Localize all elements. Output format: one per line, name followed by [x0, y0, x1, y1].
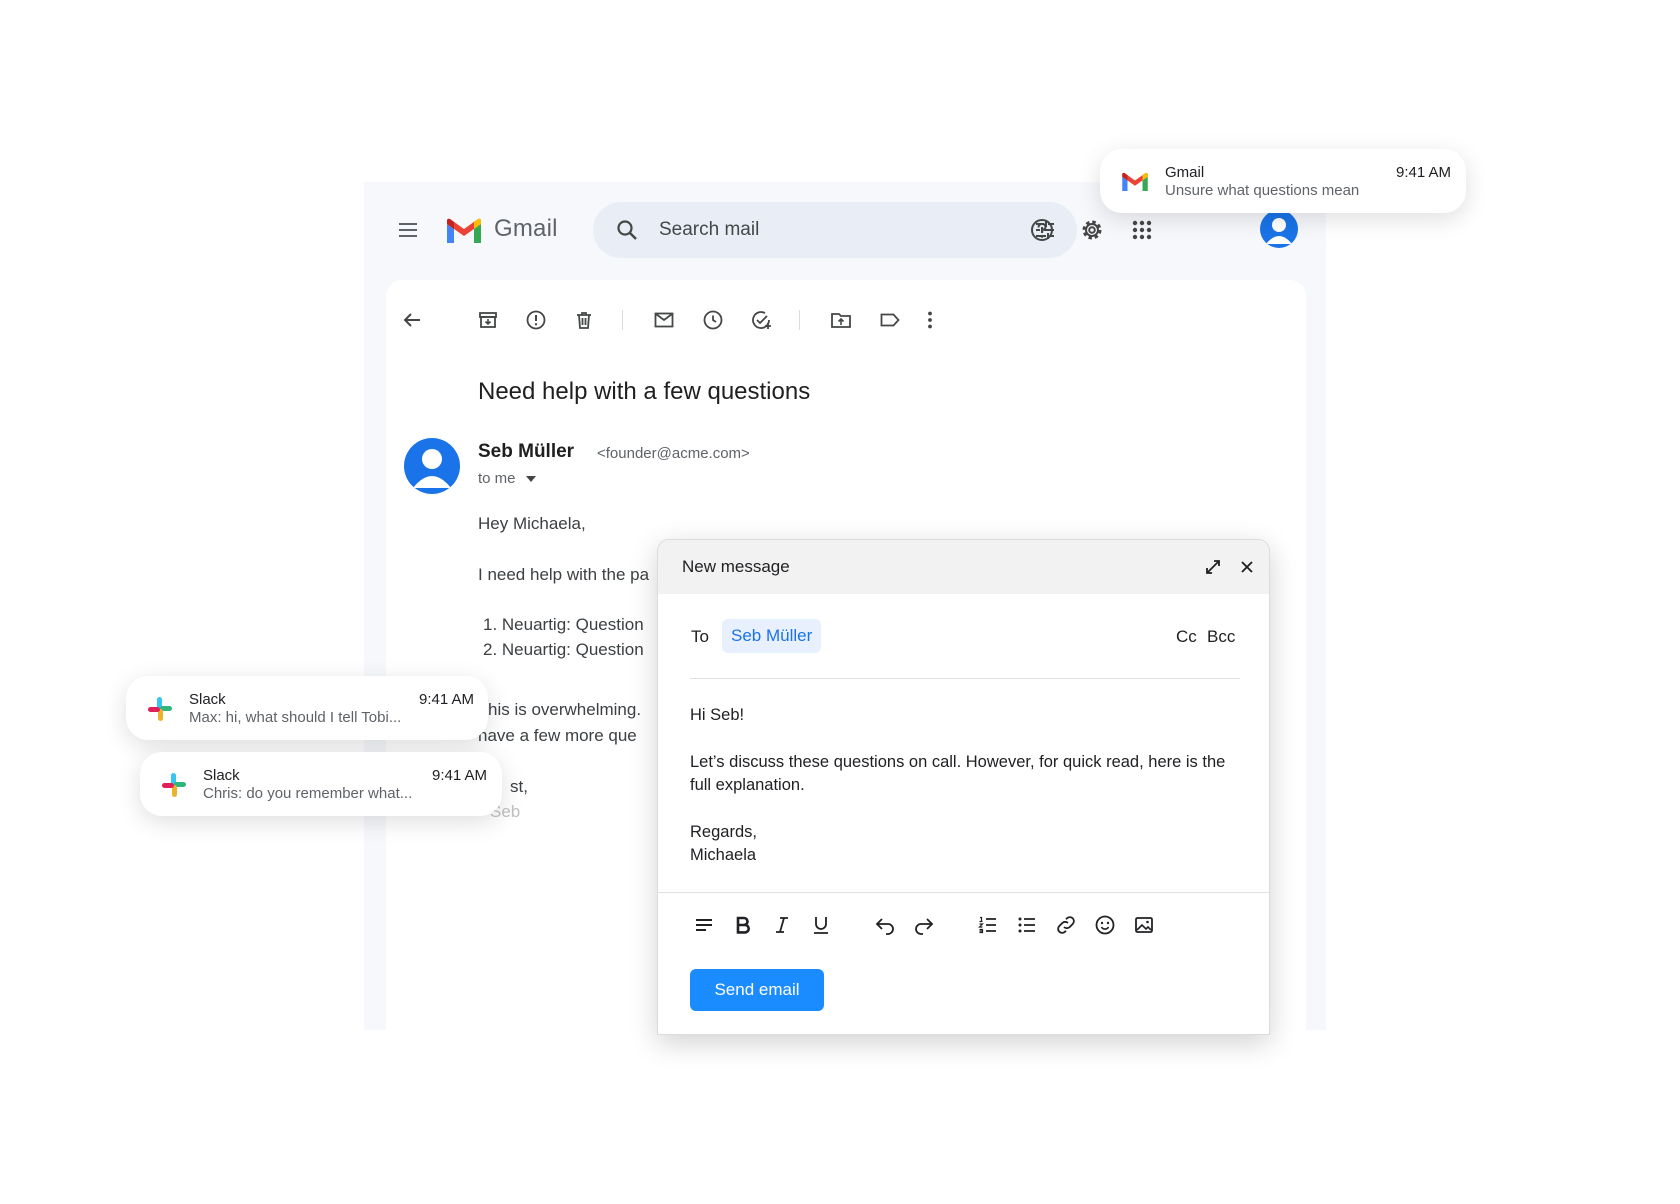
archive-icon[interactable]	[476, 308, 500, 332]
compose-body[interactable]: Hi Seb! Let’s discuss these questions on…	[690, 704, 1240, 868]
notification-message: Unsure what questions mean	[1165, 182, 1360, 199]
email-body-line: his is overwhelming.	[488, 700, 642, 719]
snooze-icon[interactable]	[701, 308, 725, 332]
numbered-list-icon[interactable]	[976, 913, 1000, 937]
add-task-icon[interactable]	[749, 308, 773, 332]
notification-app: Gmail	[1165, 164, 1205, 181]
person-icon	[1266, 218, 1292, 244]
account-avatar[interactable]	[1260, 210, 1298, 248]
toolbar-divider	[622, 310, 623, 330]
link-icon[interactable]	[1054, 913, 1078, 937]
recipient-details-toggle[interactable]: to me	[478, 470, 516, 487]
undo-icon[interactable]	[873, 913, 897, 937]
email-greeting: Hey Michaela,	[478, 514, 586, 533]
mark-unread-icon[interactable]	[652, 308, 676, 332]
recipient-chip[interactable]: Seb Müller	[722, 619, 822, 653]
bulleted-list-icon[interactable]	[1015, 913, 1039, 937]
notification-time: 9:41 AM	[1396, 164, 1452, 181]
sender-email: <founder@acme.com>	[597, 445, 750, 462]
emoji-icon[interactable]	[1093, 913, 1117, 937]
recipient-divider	[690, 678, 1240, 679]
italic-icon[interactable]	[770, 913, 794, 937]
send-email-button[interactable]: Send email	[690, 969, 824, 1011]
bcc-button[interactable]: Bcc	[1207, 627, 1235, 647]
compose-body-line: Michaela	[690, 846, 757, 864]
expand-icon[interactable]	[1204, 558, 1222, 576]
compose-body-line: Let’s discuss these questions on call. H…	[690, 752, 1226, 795]
bold-icon[interactable]	[731, 913, 755, 937]
gear-icon[interactable]	[1078, 216, 1106, 244]
search-box[interactable]	[593, 202, 1077, 258]
email-body-line: I need help with the pa	[478, 565, 650, 584]
notification-time: 9:41 AM	[432, 767, 488, 784]
slack-notification[interactable]: Slack Max: hi, what should I tell Tobi..…	[126, 676, 488, 740]
help-icon[interactable]	[1028, 216, 1056, 244]
gmail-notification[interactable]: Gmail Unsure what questions mean 9:41 AM	[1100, 149, 1466, 213]
report-spam-icon[interactable]	[524, 308, 548, 332]
to-label: To	[691, 627, 709, 646]
notification-message: Chris: do you remember what...	[203, 785, 413, 802]
compose-header[interactable]: New message	[658, 540, 1269, 594]
email-signoff: st,	[510, 777, 528, 796]
notification-message: Max: hi, what should I tell Tobi...	[189, 709, 402, 726]
close-icon[interactable]	[1238, 558, 1256, 576]
toolbar-divider	[799, 310, 800, 330]
email-list-item: 1. Neuartig: Question	[483, 615, 644, 634]
compose-body-line: Regards,	[690, 822, 757, 841]
align-icon[interactable]	[692, 913, 716, 937]
image-icon[interactable]	[1132, 913, 1156, 937]
slack-logo	[162, 773, 186, 797]
slack-notification[interactable]: Slack Chris: do you remember what... 9:4…	[140, 752, 502, 816]
delete-icon[interactable]	[572, 308, 596, 332]
notification-app: Slack	[189, 691, 226, 708]
cc-button[interactable]: Cc	[1176, 627, 1197, 647]
gmail-logo	[1122, 172, 1148, 191]
compose-title: New message	[682, 557, 790, 576]
gmail-brand: Gmail	[494, 215, 558, 242]
more-vert-icon[interactable]	[918, 308, 942, 332]
redo-icon[interactable]	[912, 913, 936, 937]
menu-icon[interactable]	[396, 218, 420, 242]
compose-window: New message To Seb Müller Cc Bcc Hi Seb!…	[657, 539, 1270, 1035]
format-divider	[658, 892, 1269, 893]
apps-grid-icon[interactable]	[1128, 216, 1156, 244]
notification-app: Slack	[203, 767, 240, 784]
gmail-logo	[447, 218, 481, 243]
move-to-icon[interactable]	[829, 308, 853, 332]
notification-time: 9:41 AM	[419, 691, 475, 708]
search-input[interactable]	[659, 214, 999, 246]
email-body-line: have a few more que	[478, 726, 637, 745]
sender-name: Seb Müller	[478, 441, 575, 462]
person-icon	[413, 449, 451, 488]
underline-icon[interactable]	[809, 913, 833, 937]
sender-avatar	[404, 438, 460, 494]
chevron-down-icon[interactable]	[526, 476, 536, 482]
search-icon[interactable]	[615, 218, 639, 242]
back-arrow-icon[interactable]	[400, 308, 424, 332]
email-list-item: 2. Neuartig: Question	[483, 640, 644, 659]
compose-body-line: Hi Seb!	[690, 706, 745, 724]
email-subject: Need help with a few questions	[478, 378, 811, 405]
slack-logo	[148, 697, 172, 721]
label-icon[interactable]	[878, 308, 902, 332]
